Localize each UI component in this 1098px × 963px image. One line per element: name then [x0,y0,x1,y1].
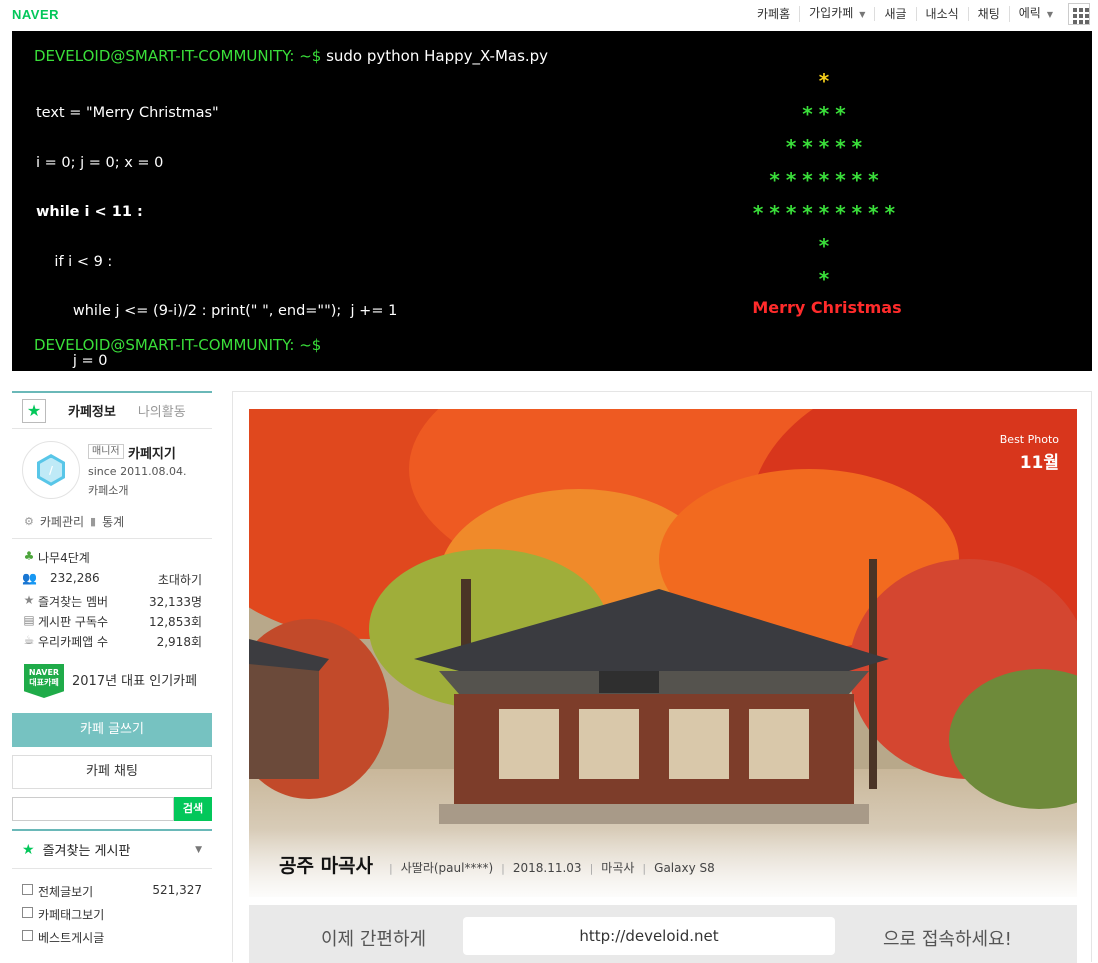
members-icon: 👥 [22,571,37,585]
main-content: Best Photo 11월 공주 마곡사 | 사딸라(paul****) | … [232,391,1092,963]
search-button[interactable]: 검색 [174,797,212,821]
banner-left-text: 이제 간편하게 [321,929,427,950]
merry-christmas-text: Merry Christmas [752,298,902,317]
cafe-level: ♣ 나무4단계 [23,549,90,565]
nav-cafe-home[interactable]: 카페홈 [748,7,799,21]
member-count-row: 👥 232,286 초대하기 [22,571,202,588]
tree-row: * [818,234,836,258]
cafe-chat-button[interactable]: 카페 채팅 [12,755,212,789]
photo-caption: 공주 마곡사 | 사딸라(paul****) | 2018.11.03 | 마곡… [279,851,715,878]
nav-new-posts[interactable]: 새글 [874,7,915,21]
global-nav: 카페홈 가입카페 ▼ 새글 내소식 채팅 에릭 ▼ [748,6,1062,22]
cafe-logo-icon: / [22,441,80,499]
stat-row: ▤ 게시판 구독수 12,853회 [23,613,202,629]
tab-my-activity[interactable]: 나의활동 [138,401,186,420]
url-banner: 이제 간편하게 http://develoid.net 으로 접속하세요! [249,905,1077,963]
code-line: j = 0 [36,352,108,369]
manage-row: ⚙ 카페관리 ▮ 통계 [12,505,212,539]
favorite-star-icon[interactable]: ★ [22,398,46,423]
cafe-intro-link[interactable]: 카페소개 [88,482,128,498]
cafe-write-button[interactable]: 카페 글쓰기 [12,713,212,747]
sidebar-tabs: ★ 카페정보 나의활동 [12,391,212,429]
photo-device: Galaxy S8 [654,861,715,875]
nav-user-menu[interactable]: 에릭 ▼ [1008,6,1062,22]
favorite-boards-header[interactable]: ★ 즐겨찾는 게시판 ▼ [12,829,212,869]
code-line: while j <= (9-i)/2 : print(" ", end="");… [36,303,398,319]
stat-row: ★ 즐겨찾는 멤버 32,133명 [23,593,202,609]
best-photo[interactable]: Best Photo 11월 공주 마곡사 | 사딸라(paul****) | … [249,409,1077,897]
top-navigation-bar: NAVER 카페홈 가입카페 ▼ 새글 내소식 채팅 에릭 ▼ [0,0,1098,28]
photo-title: 공주 마곡사 [279,855,374,877]
code-line: i = 0; j = 0; x = 0 [36,154,164,171]
terminal-prompt-idle: DEVELOID@SMART-IT-COMMUNITY: ~$ [34,336,322,354]
chevron-down-icon: ▼ [1046,10,1053,19]
tree-row: ***** [785,135,869,159]
cafe-search: 검색 [12,797,212,821]
cafe-profile: / 매니저 카페지기 since 2011.08.04. 카페소개 [12,429,212,505]
naver-logo[interactable]: NAVER [12,7,59,22]
nav-joined-cafes[interactable]: 가입카페 ▼ [799,6,874,22]
tag-icon [22,907,33,918]
board-item[interactable]: 전체글보기 521,327 [12,879,212,902]
photo-place: 마곡사 [601,861,635,875]
board-list: 전체글보기 521,327 카페태그보기 베스트게시글 [12,869,212,948]
tree-row: ********* [752,201,902,225]
chevron-down-icon: ▼ [859,10,866,19]
bar-chart-icon: ▮ [90,515,97,528]
cafe-stats: ♣ 나무4단계 👥 232,286 초대하기 ★ 즐겨찾는 멤버 32,133명… [12,539,212,651]
photo-author: 사딸라(paul****) [400,861,494,875]
tree-row: ******* [769,168,885,192]
cafe-sidebar: ★ 카페정보 나의활동 / 매니저 카페지기 since 2011.08.04.… [12,391,212,948]
cafe-owner-name[interactable]: 카페지기 [128,443,176,462]
star-icon: ★ [23,593,35,607]
temple-autumn-photo [249,409,1077,897]
cafe-search-input[interactable] [12,797,174,821]
cafe-stats-link[interactable]: 통계 [102,513,124,530]
nav-chat[interactable]: 채팅 [967,7,1009,21]
stat-row: ☕ 우리카페앱 수 2,918회 [23,633,202,649]
tree-row: *** [802,102,852,126]
document-icon [22,930,33,941]
nav-my-news[interactable]: 내소식 [915,7,968,21]
apps-grid-icon[interactable] [1068,3,1090,25]
christmas-tree-output: * *** ***** ******* ********* * * Merry … [712,71,942,317]
cafe-since-date: since 2011.08.04. [88,465,187,478]
terminal-banner: DEVELOID@SMART-IT-COMMUNITY: ~$ sudo pyt… [12,31,1092,814]
code-line: text = "Merry Christmas" [36,105,219,121]
best-photo-label: Best Photo 11월 [999,433,1059,473]
board-icon: ▤ [23,613,35,627]
banner-right-text: 으로 접속하세요! [883,929,1012,950]
award-text: 2017년 대표 인기카페 [72,674,198,689]
tree-row: * [818,69,836,93]
naver-award-badge-icon: NAVER 대표카페 [24,664,64,698]
app-icon: ☕ [23,633,35,647]
tab-cafe-info[interactable]: 카페정보 [68,401,116,420]
board-item[interactable]: 카페태그보기 [12,902,212,925]
board-item[interactable]: 베스트게시글 [12,925,212,948]
tree-level-icon: ♣ [23,549,35,563]
code-line: if i < 9 : [36,253,113,270]
manager-badge: 매니저 [88,444,124,459]
award-row: NAVER 대표카페 2017년 대표 인기카페 [12,661,212,711]
cafe-manage-link[interactable]: 카페관리 [40,513,84,530]
banner-url-link[interactable]: http://develoid.net [463,917,835,955]
gear-icon: ⚙ [24,515,34,528]
chevron-down-icon: ▼ [195,844,202,855]
star-icon: ★ [22,841,35,858]
invite-link[interactable]: 초대하기 [158,571,202,588]
code-line: while i < 11 : [36,204,143,220]
terminal-prompt-command: DEVELOID@SMART-IT-COMMUNITY: ~$ sudo pyt… [34,47,549,65]
photo-date: 2018.11.03 [512,861,582,875]
document-icon [22,884,33,895]
